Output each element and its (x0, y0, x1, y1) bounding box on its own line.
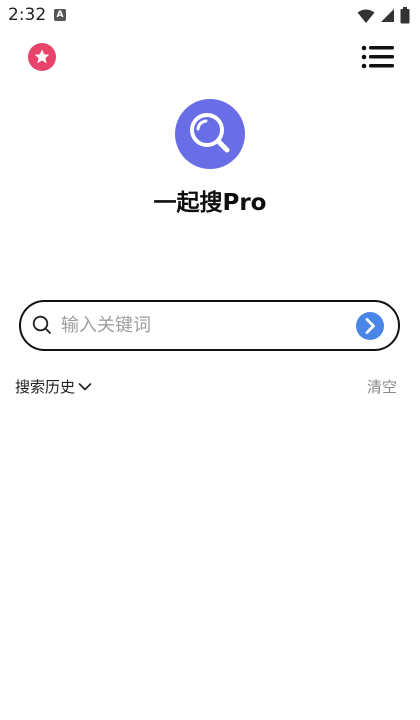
wifi-icon (357, 8, 375, 28)
chevron-down-icon (78, 378, 92, 396)
status-time: 2:32 (8, 5, 47, 25)
search-submit-button[interactable] (356, 312, 384, 340)
app-screen: 2:32 A 一起搜Pro 输入关键词 搜索历史 清空 (0, 0, 420, 720)
menu-button[interactable] (361, 45, 395, 69)
system-icons (357, 7, 410, 28)
search-bar[interactable] (19, 300, 400, 351)
magnifier-logo-icon (175, 99, 245, 169)
favorites-button[interactable] (28, 43, 56, 71)
notification-badge: A (54, 9, 66, 21)
search-history-toggle[interactable]: 搜索历史 (15, 376, 92, 397)
signal-icon (380, 8, 395, 27)
status-bar: 2:32 A (0, 0, 420, 30)
arrow-right-icon (356, 312, 384, 340)
app-title: 一起搜Pro (153, 190, 267, 216)
search-icon (32, 315, 52, 335)
search-history-label: 搜索历史 (15, 378, 76, 396)
clear-history-button[interactable]: 清空 (367, 376, 397, 397)
search-input[interactable] (61, 310, 351, 340)
app-logo (175, 99, 245, 169)
star-icon (28, 43, 56, 71)
battery-icon (400, 7, 410, 28)
menu-icon (361, 45, 394, 69)
